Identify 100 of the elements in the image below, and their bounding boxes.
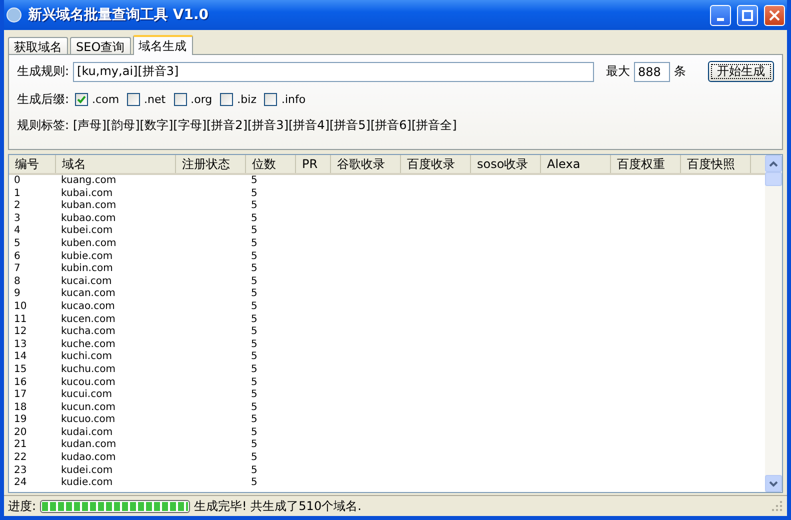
table-cell-text: 0 [13, 175, 22, 188]
table-cell-text: 16 [13, 376, 28, 390]
table-cell-text: kucao.com [60, 300, 116, 314]
column-header[interactable]: 位数 [246, 155, 296, 173]
resize-grip-icon[interactable] [771, 500, 783, 512]
table-cell-text: 14 [13, 351, 28, 364]
tab[interactable]: 获取域名 [8, 37, 68, 54]
table-cell-text: kubin.com [60, 263, 114, 276]
table-cell-text: kucuo.com [60, 414, 116, 427]
tags-label: 规则标签: [17, 117, 70, 134]
table-cell-text: 5 [250, 351, 258, 364]
table-cell-text: 5 [250, 464, 258, 478]
tab[interactable]: SEO查询 [70, 37, 131, 54]
column-header[interactable]: 编号 [9, 155, 56, 173]
close-button[interactable] [764, 4, 785, 26]
table-cell-text: 5 [250, 288, 258, 301]
table-cell-text: 5 [250, 414, 258, 427]
window-title: 新兴域名批量查询工具 V1.0 [28, 6, 210, 24]
checkbox[interactable] [264, 93, 278, 106]
scroll-up-button[interactable] [765, 155, 782, 172]
table-cell-text: 5 [250, 200, 258, 213]
table-cell-text: 22 [13, 452, 28, 465]
rule-field[interactable]: [ku,my,ai][拼音3] [73, 62, 594, 82]
table-cell-text: kucun.com [60, 402, 117, 414]
checkbox[interactable] [75, 93, 88, 106]
caret-down-icon [769, 480, 778, 486]
checkbox[interactable] [127, 93, 140, 106]
table-cell-text: 5 [250, 276, 258, 288]
table-cell-text: 5 [250, 477, 258, 490]
table-cell-text: 3 [13, 212, 22, 226]
checkbox[interactable] [174, 93, 187, 106]
table-cell-text: kuchi.com [60, 351, 113, 364]
minimize-button[interactable] [710, 4, 731, 26]
table-cell-text: kucou.com [60, 376, 116, 389]
table-cell-text: 5 [250, 364, 258, 376]
table-cell-text: 5 [250, 300, 258, 314]
rule-tags: [声母][韵母][数字][字母][拼音2][拼音3][拼音4][拼音5][拼音6][拼音全] [73, 117, 457, 134]
table-cell-text: 19 [13, 414, 28, 427]
table-cell-text: kucha.com [60, 326, 116, 339]
column-header[interactable]: 谷歌收录 [331, 155, 401, 173]
table-cell-text: kudan.com [60, 439, 118, 452]
table-cell-text: 11 [13, 314, 28, 326]
table-cell-text: 6 [13, 250, 22, 264]
column-header[interactable]: 注册状态 [176, 155, 246, 173]
table-cell-text: 24 [13, 477, 28, 490]
table-cell-text: kudie.com [60, 477, 114, 490]
table-cell-text: 9 [13, 288, 22, 301]
column-header[interactable]: PR [296, 155, 331, 173]
table-cell-text: kucui.com [60, 389, 113, 402]
caret-up-icon [769, 160, 778, 166]
table-cell-text: 4 [13, 225, 22, 238]
table-cell-text: 5 [250, 402, 258, 414]
table-cell-text: 21 [13, 439, 28, 452]
table-cell-text: 13 [13, 338, 28, 352]
column-header[interactable]: soso收录 [471, 155, 541, 173]
table-cell-text: kuchu.com [60, 364, 117, 376]
maximize-button[interactable] [737, 4, 758, 26]
table-cell-text: kuban.com [60, 200, 118, 213]
checkbox[interactable] [220, 93, 234, 106]
table-cell-text: kubai.com [60, 188, 114, 200]
close-icon [769, 10, 780, 20]
max-field[interactable]: 888 [634, 62, 670, 82]
table-cell-text: kudei.com [60, 464, 114, 477]
unit-label: 条 [674, 63, 686, 80]
table-cell-text: 5 [250, 426, 258, 440]
table-cell-text: 23 [13, 464, 28, 478]
table-cell-text: kubao.com [60, 212, 117, 225]
table-cell-text: 5 [250, 212, 258, 226]
column-header[interactable]: Alexa [541, 155, 611, 173]
scroll-down-button[interactable] [765, 475, 782, 492]
table-cell-text: 5 [250, 314, 258, 326]
table-cell-text: 1 [13, 188, 22, 200]
max-label: 最大 [606, 63, 630, 80]
table-cell-text: kuche.com [60, 338, 116, 351]
table-cell-text: kucai.com [60, 276, 113, 288]
table-cell-text: 5 [250, 376, 258, 390]
suffix-label: .info [281, 93, 306, 106]
table-cell-text: kudai.com [60, 426, 114, 439]
suffix-label: 生成后缀: [17, 91, 70, 108]
table-cell-text: 5 [250, 263, 258, 276]
tab[interactable]: 域名生成 [132, 35, 193, 55]
table-cell-text: kuang.com [60, 175, 118, 188]
scroll-thumb[interactable] [765, 172, 782, 186]
suffix-label: .net [144, 93, 166, 106]
table-cell-text: kucen.com [60, 314, 116, 326]
table-cell-text: 5 [250, 175, 258, 188]
table-cell-text: 20 [13, 426, 28, 440]
table-cell-text: 8 [13, 276, 22, 288]
column-header[interactable]: 百度收录 [401, 155, 471, 173]
generate-button[interactable]: 开始生成 [708, 61, 774, 82]
rule-label: 生成规则: [17, 63, 70, 80]
table-cell-text: 15 [13, 364, 28, 376]
table-cell-text: kubie.com [60, 250, 114, 263]
table-cell-text: kuben.com [60, 238, 118, 251]
table-cell-text: 5 [250, 452, 258, 465]
table-cell-text: 10 [13, 300, 28, 314]
column-header[interactable]: 域名 [56, 155, 176, 173]
table-cell-text: 2 [13, 200, 22, 213]
column-header[interactable]: 百度快照 [681, 155, 751, 173]
column-header[interactable]: 百度权重 [611, 155, 681, 173]
